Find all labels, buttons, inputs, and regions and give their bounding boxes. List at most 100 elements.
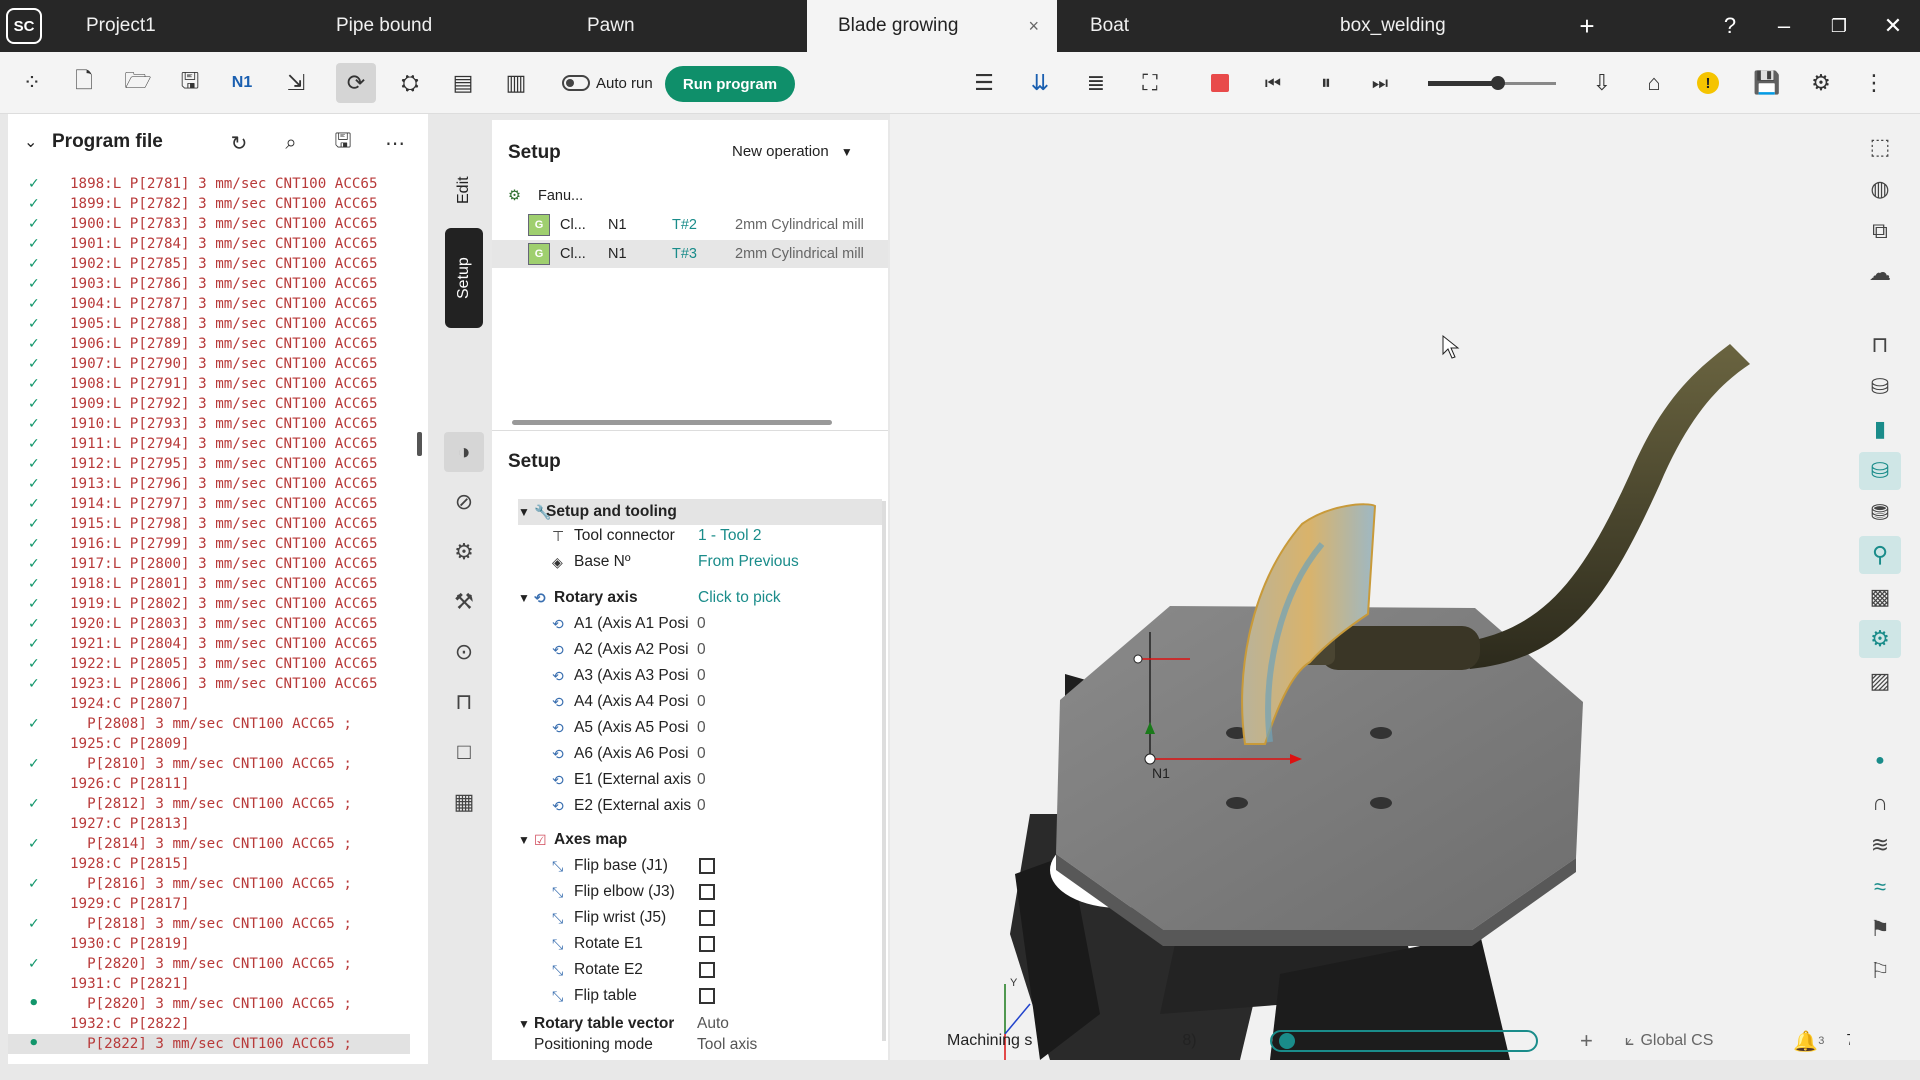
flip-checkbox[interactable] xyxy=(699,988,715,1004)
program-line[interactable]: ✓ P[2814] 3 mm/sec CNT100 ACC65 ; xyxy=(8,834,410,854)
group-rotary-table[interactable]: ▼ Rotary table vector Auto xyxy=(492,1011,882,1037)
holder-view-icon[interactable]: ⛃ xyxy=(1859,494,1901,532)
axis-row[interactable]: ⟲ E1 (External axis 0 xyxy=(492,767,882,793)
panel-icon[interactable]: ▥ xyxy=(496,63,536,103)
save-file-icon[interactable]: 🖫 xyxy=(328,128,358,158)
workpiece-view-icon[interactable]: ⛁ xyxy=(1859,452,1901,490)
sphere-view-icon[interactable]: ◍ xyxy=(1859,170,1901,208)
hatch-view-icon[interactable]: ▨ xyxy=(1859,662,1901,700)
step-list-icon[interactable]: ⇊ xyxy=(1020,63,1060,103)
program-line[interactable]: ✓ 1916:L P[2799] 3 mm/sec CNT100 ACC65 xyxy=(8,534,410,554)
tool-connector-value[interactable]: 1 - Tool 2 xyxy=(698,527,761,545)
settings-icon[interactable]: ⚙ xyxy=(444,532,484,572)
operation-root[interactable]: ⚙ Fanu... xyxy=(492,182,888,210)
fixture-icon[interactable]: ⊓ xyxy=(444,682,484,722)
flag-view-icon[interactable]: ⚑ xyxy=(1859,910,1901,948)
program-line[interactable]: ✓ 1923:L P[2806] 3 mm/sec CNT100 ACC65 xyxy=(8,674,410,694)
origin-icon[interactable]: ⊙ xyxy=(444,632,484,672)
program-line[interactable]: ✓ 1901:L P[2784] 3 mm/sec CNT100 ACC65 xyxy=(8,234,410,254)
axis-value[interactable]: 0 xyxy=(697,797,706,815)
fit-view-icon[interactable]: ⛶ xyxy=(1130,63,1170,103)
program-line[interactable]: ✓ 1917:L P[2800] 3 mm/sec CNT100 ACC65 xyxy=(8,554,410,574)
program-line[interactable]: ✓ 1911:L P[2794] 3 mm/sec CNT100 ACC65 xyxy=(8,434,410,454)
stock-icon[interactable]: □ xyxy=(444,732,484,772)
flip-checkbox[interactable] xyxy=(699,962,715,978)
app-logo[interactable]: SC xyxy=(6,8,42,44)
positioning-mode-value[interactable]: Tool axis xyxy=(697,1036,757,1054)
axis-row[interactable]: ⟲ A1 (Axis A1 Posi 0 xyxy=(492,611,882,637)
close-tab-icon[interactable]: × xyxy=(1028,16,1039,37)
program-line[interactable]: ✓ P[2810] 3 mm/sec CNT100 ACC65 ; xyxy=(8,754,410,774)
program-line[interactable]: 1926:C P[2811] xyxy=(8,774,410,794)
axis-value[interactable]: 0 xyxy=(697,693,706,711)
program-line[interactable]: ✓ 1910:L P[2793] 3 mm/sec CNT100 ACC65 xyxy=(8,414,410,434)
simulation-progress-slider[interactable] xyxy=(1270,1030,1538,1052)
base-row[interactable]: ◈ Base Nº From Previous xyxy=(492,549,882,575)
tab-project1[interactable]: Project1 xyxy=(86,0,156,52)
program-line[interactable]: ✓ 1900:L P[2783] 3 mm/sec CNT100 ACC65 xyxy=(8,214,410,234)
positioning-mode-row[interactable]: Positioning mode Tool axis xyxy=(492,1035,882,1055)
tab-edit[interactable]: Edit xyxy=(445,140,483,240)
settings-gear-icon[interactable]: ⚙ xyxy=(1801,63,1841,103)
flip-row[interactable]: ⤡ Flip table xyxy=(492,983,882,1009)
program-line[interactable]: ✓ 1903:L P[2786] 3 mm/sec CNT100 ACC65 xyxy=(8,274,410,294)
program-line[interactable]: 1928:C P[2815] xyxy=(8,854,410,874)
group-rotary-axis[interactable]: ▼ ⟲ Rotary axis Click to pick xyxy=(492,585,882,611)
program-line[interactable]: ✓ 1902:L P[2785] 3 mm/sec CNT100 ACC65 xyxy=(8,254,410,274)
axis-value[interactable]: 0 xyxy=(697,771,706,789)
flip-row[interactable]: ⤡ Flip elbow (J3) xyxy=(492,879,882,905)
program-line[interactable]: 1930:C P[2819] xyxy=(8,934,410,954)
layer-view-icon[interactable]: ⚐ xyxy=(1859,952,1901,990)
tab-setup[interactable]: Setup xyxy=(445,228,483,328)
part-view-icon[interactable]: ▮ xyxy=(1859,410,1901,448)
full-list-icon[interactable]: ≣ xyxy=(1076,63,1116,103)
curve-view-icon[interactable]: ∩ xyxy=(1859,784,1901,822)
code-scrollbar[interactable] xyxy=(417,432,422,456)
save-program-icon[interactable]: 💾 xyxy=(1747,63,1787,103)
save-icon[interactable]: 🖫 xyxy=(170,63,210,103)
operation-row[interactable]: G Cl... N1 T#3 2mm Cylindrical mill xyxy=(492,240,888,268)
axis-row[interactable]: ⟲ A5 (Axis A5 Posi 0 xyxy=(492,715,882,741)
operation-row[interactable]: G Cl... N1 T#2 2mm Cylindrical mill xyxy=(492,211,888,239)
program-line[interactable]: ✓ P[2808] 3 mm/sec CNT100 ACC65 ; xyxy=(8,714,410,734)
setup-icon[interactable]: ◑ xyxy=(444,432,484,472)
axis-row[interactable]: ⟲ E2 (External axis 0 xyxy=(492,793,882,819)
refresh-icon[interactable]: ↻ xyxy=(224,128,254,158)
tab-pawn[interactable]: Pawn xyxy=(587,0,635,52)
rotary-table-value[interactable]: Auto xyxy=(697,1015,729,1033)
robot-view-icon[interactable]: ⚙ xyxy=(1859,620,1901,658)
auto-run-toggle[interactable]: Auto run xyxy=(562,70,653,96)
tool-icon[interactable]: ⚒ xyxy=(444,582,484,622)
library-icon[interactable]: ▦ xyxy=(444,782,484,822)
program-line[interactable]: ✓ 1909:L P[2792] 3 mm/sec CNT100 ACC65 xyxy=(8,394,410,414)
speed-slider[interactable] xyxy=(1428,76,1556,90)
program-line[interactable]: 1931:C P[2821] xyxy=(8,974,410,994)
add-icon[interactable]: + xyxy=(1580,1028,1593,1054)
axis-value[interactable]: 0 xyxy=(697,745,706,763)
coordinate-system-label[interactable]: Global CS xyxy=(1640,1032,1713,1050)
cube-view-icon[interactable]: ⧉ xyxy=(1859,212,1901,250)
program-line[interactable]: ✓ 1912:L P[2795] 3 mm/sec CNT100 ACC65 xyxy=(8,454,410,474)
more-options-icon[interactable]: ⋯ xyxy=(380,128,410,158)
surface-view-icon[interactable]: ≋ xyxy=(1859,826,1901,864)
program-line[interactable]: ✓ 1914:L P[2797] 3 mm/sec CNT100 ACC65 xyxy=(8,494,410,514)
tool-view-icon[interactable]: ⚲ xyxy=(1859,536,1901,574)
program-line[interactable]: ✓ P[2812] 3 mm/sec CNT100 ACC65 ; xyxy=(8,794,410,814)
program-line[interactable]: ✓ 1906:L P[2789] 3 mm/sec CNT100 ACC65 xyxy=(8,334,410,354)
base-value[interactable]: From Previous xyxy=(698,553,799,571)
tool-connector-row[interactable]: ⊤ Tool connector 1 - Tool 2 xyxy=(492,523,882,549)
list-view-icon[interactable]: ☰ xyxy=(964,63,1004,103)
program-line[interactable]: 1932:C P[2822] xyxy=(8,1014,410,1034)
stop-button[interactable] xyxy=(1200,63,1240,103)
close-window-icon[interactable]: ✕ xyxy=(1868,0,1918,52)
tool-down-icon[interactable]: ⇩ xyxy=(1582,63,1622,103)
warning-icon[interactable]: ! xyxy=(1688,63,1728,103)
more-menu-icon[interactable]: ⋮ xyxy=(1854,63,1894,103)
toggle-switch-icon[interactable] xyxy=(562,75,590,91)
flip-checkbox[interactable] xyxy=(699,884,715,900)
flip-row[interactable]: ⤡ Flip base (J1) xyxy=(492,853,882,879)
machine-view-icon[interactable]: ▩ xyxy=(1859,578,1901,616)
point-view-icon[interactable]: ● xyxy=(1859,742,1901,780)
program-line[interactable]: ✓ 1920:L P[2803] 3 mm/sec CNT100 ACC65 xyxy=(8,614,410,634)
tab-pipe-bound[interactable]: Pipe bound xyxy=(336,0,432,52)
